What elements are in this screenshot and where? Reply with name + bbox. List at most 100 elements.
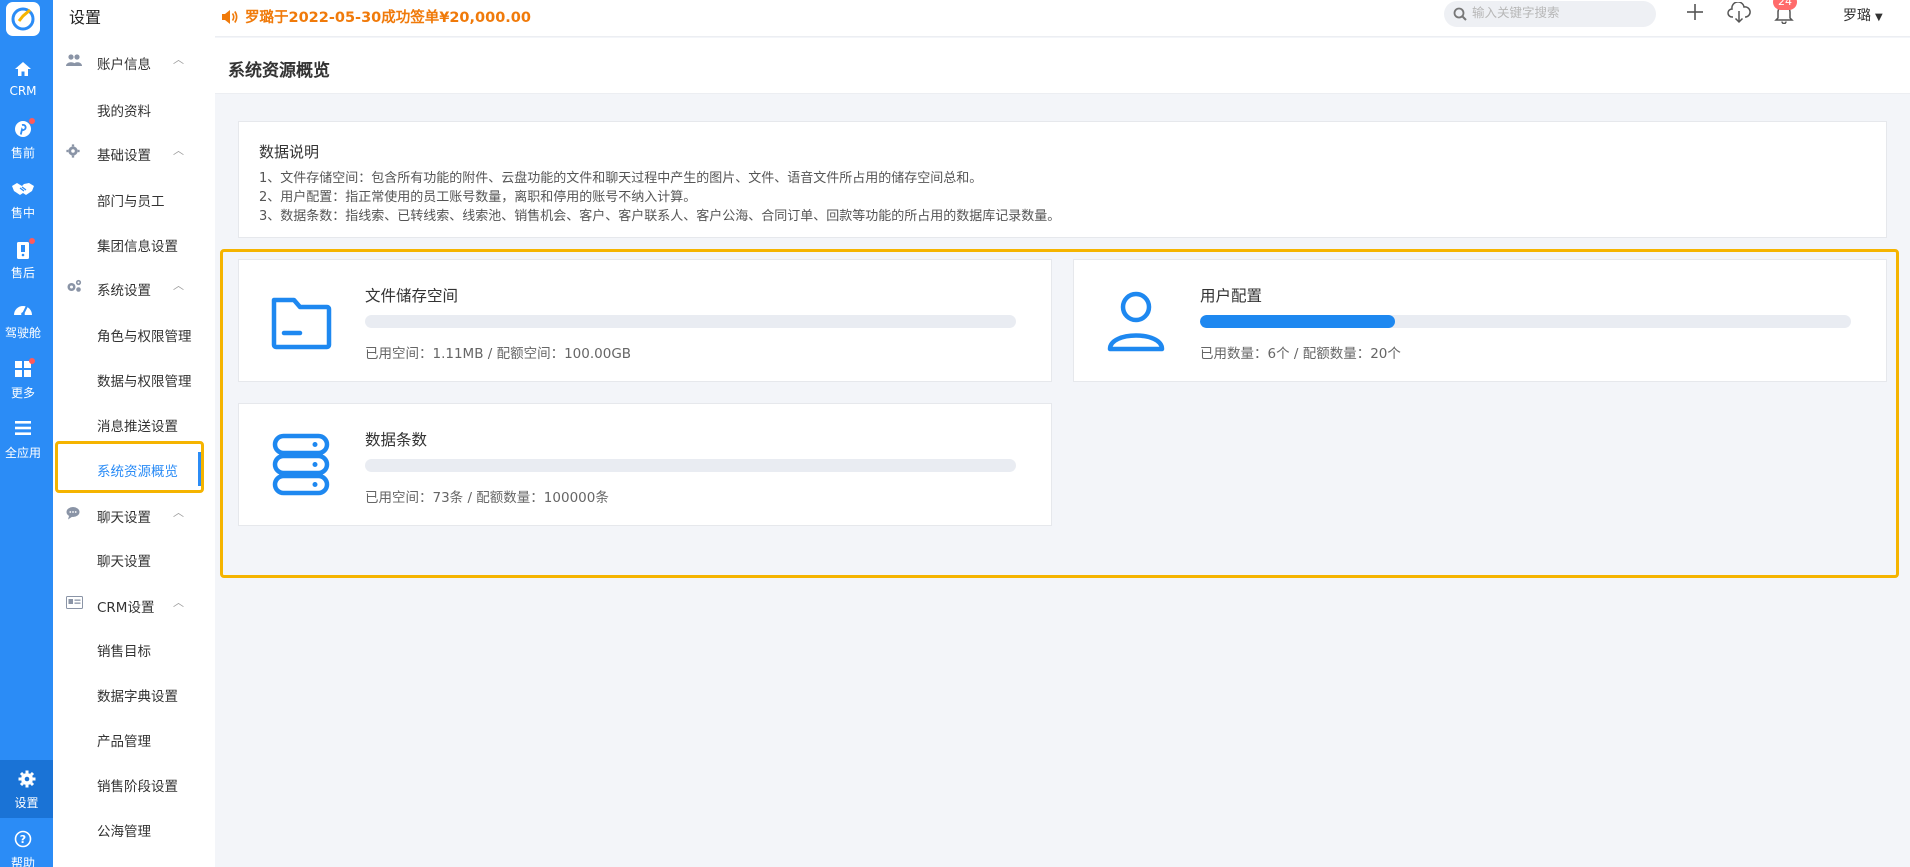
- sidebar-item-dept-staff[interactable]: 部门与员工: [97, 190, 165, 210]
- rail-item-presale[interactable]: 售前: [0, 118, 46, 161]
- search-input[interactable]: [1472, 5, 1642, 20]
- users-icon: [66, 53, 82, 69]
- page-title: 系统资源概览: [228, 61, 330, 81]
- rail-item-insale[interactable]: 售中: [0, 180, 46, 221]
- card-usage-text: 已用空间：73条 / 配额数量：100000条: [365, 490, 609, 506]
- caret-down-icon: ▼: [1875, 12, 1883, 23]
- handshake-icon: [0, 180, 46, 202]
- rail-item-crm[interactable]: CRM: [0, 60, 46, 98]
- notification-badge: 24: [1773, 0, 1797, 10]
- notification-dot: [29, 238, 35, 244]
- rail-item-settings[interactable]: 设置: [0, 760, 53, 818]
- sidebar-item-sales-stage[interactable]: 销售阶段设置: [97, 775, 178, 795]
- description-line: 3、数据条数：指线索、已转线索、线索池、销售机会、客户、客户联系人、客户公海、合…: [259, 209, 1061, 224]
- notice-banner[interactable]: 罗璐于2022-05-30成功签单¥20,000.00: [221, 6, 531, 27]
- speaker-icon: [222, 10, 238, 24]
- rail-item-aftersale[interactable]: 售后: [0, 238, 46, 281]
- rail-item-label: 全应用: [4, 446, 41, 460]
- sidebar-item-product-management[interactable]: 产品管理: [97, 730, 151, 750]
- rail-item-label: 帮助: [10, 856, 35, 867]
- usage-progress: [365, 459, 1016, 472]
- gears-icon: [66, 279, 82, 295]
- gear-icon: [66, 144, 82, 160]
- rail-item-label: 售中: [10, 206, 35, 220]
- usage-fill: [1200, 315, 1396, 328]
- database-icon: [269, 433, 333, 501]
- dashboard-icon: [0, 300, 46, 322]
- chevron-up-icon: ︿: [173, 279, 184, 292]
- folder-icon: [269, 289, 333, 357]
- sidebar-item-group-info[interactable]: 集团信息设置: [97, 235, 178, 255]
- sidebar-item-my-profile[interactable]: 我的资料: [97, 100, 151, 120]
- card-title: 文件储存空间: [365, 287, 459, 305]
- chevron-up-icon: ︿: [173, 596, 184, 609]
- notification-dot: [29, 358, 35, 364]
- cloud-download-icon[interactable]: [1727, 1, 1751, 28]
- rail-item-help[interactable]: ? 帮助: [0, 830, 46, 867]
- page-header: 系统资源概览: [215, 38, 1910, 94]
- usage-progress: [365, 315, 1016, 328]
- sidebar-item-data-dictionary[interactable]: 数据字典设置: [97, 685, 178, 705]
- notification-dot: [29, 118, 35, 124]
- sidebar-section-basic[interactable]: 基础设置 ︿: [53, 140, 203, 166]
- card-usage-text: 已用数量：6个 / 配额数量：20个: [1200, 346, 1401, 362]
- sidebar-item-public-pool[interactable]: 公海管理: [97, 820, 151, 840]
- notice-text: 罗璐于2022-05-30成功签单¥20,000.00: [245, 10, 531, 26]
- card-title: 用户配置: [1200, 287, 1263, 305]
- rail-item-cockpit[interactable]: 驾驶舱: [0, 300, 46, 341]
- rail-item-label: 设置: [14, 796, 39, 810]
- settings-sidebar: 设置 账户信息 ︿ 我的资料 基础设置 ︿ 部门与员工 集团信息设置 系统设置 …: [53, 0, 215, 867]
- usage-progress: [1200, 315, 1851, 328]
- app-logo[interactable]: [6, 2, 40, 36]
- sidebar-section-chat[interactable]: 聊天设置 ︿: [53, 502, 203, 528]
- user-menu[interactable]: 罗璐 ▼: [1843, 5, 1883, 25]
- sidebar-item-role-permission[interactable]: 角色与权限管理: [97, 325, 192, 345]
- search-box[interactable]: [1444, 1, 1656, 27]
- data-description-panel: 数据说明 1、文件存储空间：包含所有功能的附件、云盘功能的文件和聊天过程中产生的…: [238, 121, 1887, 238]
- user-config-card: 用户配置 已用数量：6个 / 配额数量：20个: [1073, 259, 1887, 382]
- sidebar-section-label: 聊天设置: [97, 510, 151, 526]
- sidebar-item-chat-settings[interactable]: 聊天设置: [97, 550, 151, 570]
- clipboard-icon: [0, 240, 46, 262]
- sidebar-section-system[interactable]: 系统设置 ︿: [53, 275, 203, 301]
- sidebar-item-sales-target[interactable]: 销售目标: [97, 640, 151, 660]
- rail-item-more[interactable]: 更多: [0, 358, 46, 401]
- description-line: 2、用户配置：指正常使用的员工账号数量，离职和停用的账号不纳入计算。: [259, 190, 697, 205]
- rail-item-label: 售后: [10, 266, 35, 280]
- rail-item-label: 驾驶舱: [4, 326, 41, 340]
- file-storage-card: 文件储存空间 已用空间：1.11MB / 配额空间：100.00GB: [238, 259, 1052, 382]
- rail-item-all-apps[interactable]: 全应用: [0, 420, 46, 461]
- sidebar-section-label: 基础设置: [97, 148, 151, 164]
- sidebar-section-label: 账户信息: [97, 57, 151, 73]
- description-line: 1、文件存储空间：包含所有功能的附件、云盘功能的文件和聊天过程中产生的图片、文件…: [259, 171, 983, 186]
- pinterest-icon: [0, 120, 46, 142]
- svg-text:?: ?: [20, 833, 26, 846]
- sidebar-section-account[interactable]: 账户信息 ︿: [53, 49, 203, 75]
- rail-item-label: 售前: [10, 146, 35, 160]
- top-bar: 罗璐于2022-05-30成功签单¥20,000.00 24 罗璐 ▼: [215, 0, 1910, 37]
- active-item-highlight: [55, 441, 204, 493]
- grid-icon: [0, 360, 46, 382]
- sidebar-section-label: CRM设置: [97, 600, 155, 616]
- search-icon: [1453, 7, 1467, 21]
- chat-icon: [66, 506, 82, 522]
- sidebar-item-data-permission[interactable]: 数据与权限管理: [97, 370, 192, 390]
- chevron-up-icon: ︿: [173, 506, 184, 519]
- add-icon[interactable]: [1685, 2, 1705, 26]
- gear-icon: [0, 770, 53, 792]
- sidebar-section-label: 系统设置: [97, 283, 151, 299]
- sidebar-section-crm[interactable]: CRM设置 ︿: [53, 592, 203, 618]
- chevron-up-icon: ︿: [173, 144, 184, 157]
- home-icon: [0, 60, 46, 82]
- help-icon: ?: [0, 830, 46, 852]
- sidebar-item-message-push[interactable]: 消息推送设置: [97, 415, 178, 435]
- active-item-indicator: [198, 452, 201, 486]
- user-icon: [1104, 289, 1168, 357]
- card-usage-text: 已用空间：1.11MB / 配额空间：100.00GB: [365, 346, 632, 362]
- app-rail: CRM 售前 售中 售后 驾驶舱 更多 全应用 设置 ? 帮助: [0, 0, 53, 867]
- card-title: 数据条数: [365, 431, 428, 449]
- rail-item-label: 更多: [10, 386, 35, 400]
- sidebar-title: 设置: [69, 8, 102, 27]
- data-records-card: 数据条数 已用空间：73条 / 配额数量：100000条: [238, 403, 1052, 526]
- chevron-up-icon: ︿: [173, 53, 184, 66]
